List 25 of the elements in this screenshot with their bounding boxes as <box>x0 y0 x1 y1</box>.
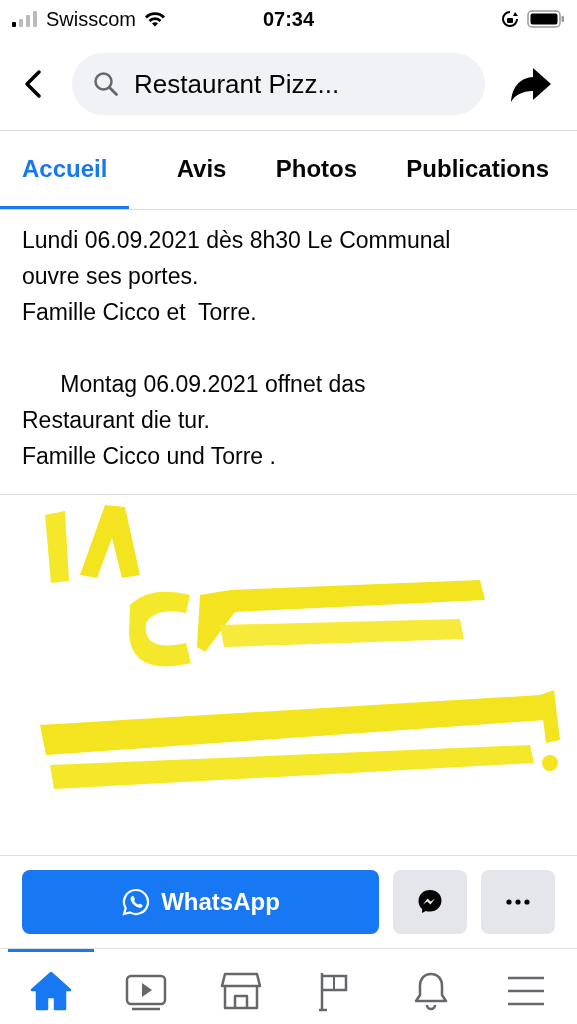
tab[interactable]: Avis <box>174 131 229 209</box>
tab[interactable]: Publications <box>404 131 551 209</box>
post-text: Famille Cicco und Torre . <box>22 442 277 471</box>
wifi-icon <box>144 11 166 27</box>
whatsapp-icon <box>121 887 152 917</box>
post-text: Famille Cicco et Torre. <box>22 298 258 327</box>
carrier-name: Swisscom <box>46 7 136 31</box>
tab[interactable]: Accueil <box>0 131 130 209</box>
search-field[interactable]: Restaurant Pizz... <box>72 53 485 115</box>
tab[interactable]: Photos <box>273 131 360 209</box>
post-text: Montag 06.09.2021 offnet das <box>59 370 367 399</box>
post-text: ouvre ses portes. <box>22 262 200 291</box>
store-icon <box>219 970 264 1012</box>
post-text: Lundi 06.09.2021 dès 8h30 Le Communal <box>22 226 452 255</box>
home-icon <box>29 970 74 1012</box>
clock-time: 07:34 <box>262 7 315 31</box>
search-icon <box>92 70 120 98</box>
signal-icon <box>12 11 38 27</box>
back-button[interactable] <box>22 69 44 99</box>
more-icon <box>503 897 533 907</box>
messenger-button[interactable] <box>393 870 467 934</box>
post-text: Restaurant die tur. <box>22 406 211 435</box>
battery-icon <box>527 10 565 28</box>
rotation-lock-icon <box>501 10 519 28</box>
whatsapp-button[interactable]: WhatsApp <box>22 870 379 934</box>
